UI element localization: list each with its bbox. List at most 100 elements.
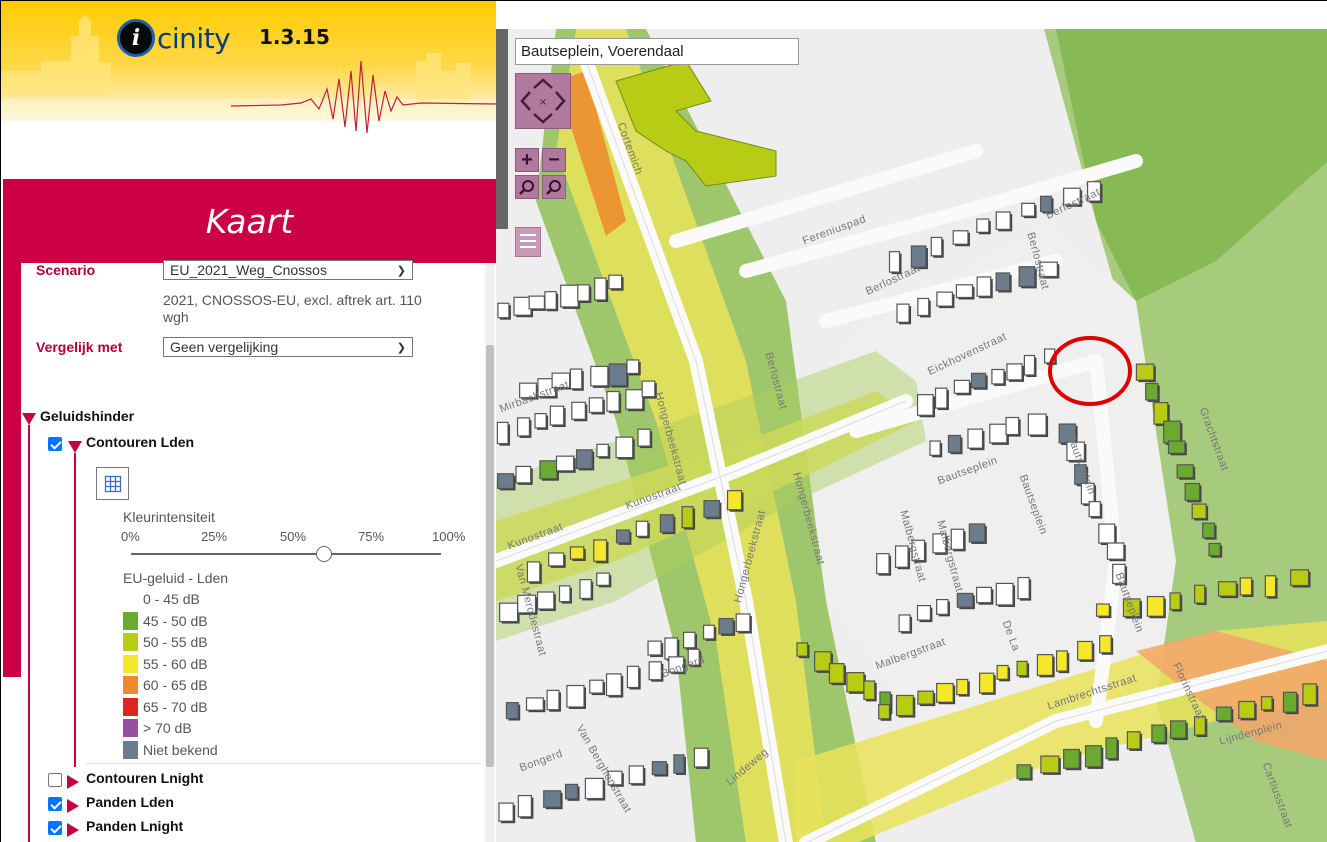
building[interactable] xyxy=(564,783,579,800)
building[interactable] xyxy=(863,680,876,700)
building[interactable] xyxy=(637,428,651,447)
building[interactable] xyxy=(659,514,675,533)
building[interactable] xyxy=(934,387,948,409)
building[interactable] xyxy=(1169,592,1181,611)
scenario-select[interactable]: EU_2021_Weg_Cnossos ❯ xyxy=(163,260,413,280)
building[interactable] xyxy=(1005,416,1020,436)
building[interactable] xyxy=(1217,581,1237,597)
building[interactable] xyxy=(615,436,634,459)
building[interactable] xyxy=(647,640,662,656)
building[interactable] xyxy=(558,585,571,603)
building[interactable] xyxy=(996,664,1009,680)
building[interactable] xyxy=(590,365,609,387)
building[interactable] xyxy=(626,359,640,375)
building[interactable] xyxy=(917,297,930,317)
building[interactable] xyxy=(989,423,1008,444)
building[interactable] xyxy=(1302,683,1317,706)
building[interactable] xyxy=(1239,577,1253,596)
expand-triangle-icon[interactable] xyxy=(68,441,82,453)
building[interactable] xyxy=(525,697,544,711)
building[interactable] xyxy=(936,598,949,615)
building[interactable] xyxy=(1264,575,1277,598)
building[interactable] xyxy=(929,440,941,456)
building[interactable] xyxy=(693,747,709,768)
building[interactable] xyxy=(1036,654,1054,676)
building[interactable] xyxy=(1105,737,1118,760)
building[interactable] xyxy=(947,434,962,453)
building[interactable] xyxy=(569,368,583,390)
building[interactable] xyxy=(576,449,593,470)
building[interactable] xyxy=(968,523,986,543)
building[interactable] xyxy=(593,539,608,562)
building[interactable] xyxy=(718,618,734,635)
building[interactable] xyxy=(1202,522,1216,539)
building[interactable] xyxy=(1095,603,1110,617)
panden-lden-checkbox[interactable] xyxy=(48,797,62,811)
building[interactable] xyxy=(916,604,931,621)
building[interactable] xyxy=(1016,764,1032,780)
building[interactable] xyxy=(544,291,557,310)
building[interactable] xyxy=(1017,576,1030,600)
contouren-lden-checkbox[interactable] xyxy=(48,437,62,451)
building[interactable] xyxy=(846,671,865,693)
building[interactable] xyxy=(702,624,715,640)
building[interactable] xyxy=(936,291,954,307)
building[interactable] xyxy=(991,368,1005,385)
zoom-in-button[interactable]: + xyxy=(515,148,539,172)
building[interactable] xyxy=(546,689,560,711)
building[interactable] xyxy=(953,379,971,394)
building[interactable] xyxy=(995,272,1011,292)
building[interactable] xyxy=(814,651,832,672)
building[interactable] xyxy=(1040,755,1060,774)
building[interactable] xyxy=(976,586,992,604)
layer-panden-lnight[interactable]: Panden Lnight xyxy=(86,818,183,834)
layer-panden-lden[interactable]: Panden Lden xyxy=(86,794,174,810)
layer-switcher-button[interactable] xyxy=(515,227,541,257)
building[interactable] xyxy=(588,397,604,414)
building[interactable] xyxy=(1215,706,1232,722)
building[interactable] xyxy=(955,284,974,299)
building[interactable] xyxy=(916,394,934,416)
building[interactable] xyxy=(995,582,1014,606)
building[interactable] xyxy=(898,614,911,633)
building[interactable] xyxy=(967,428,984,449)
building[interactable] xyxy=(497,302,510,319)
compare-select[interactable]: Geen vergelijking ❯ xyxy=(163,337,413,357)
layer-contouren-lnight[interactable]: Contouren Lnight xyxy=(86,770,203,786)
building[interactable] xyxy=(608,274,623,290)
building[interactable] xyxy=(995,211,1011,230)
building[interactable] xyxy=(625,389,644,410)
grid-style-button[interactable] xyxy=(96,467,129,500)
building[interactable] xyxy=(1077,640,1093,661)
building[interactable] xyxy=(513,296,532,316)
building[interactable] xyxy=(505,702,519,720)
building[interactable] xyxy=(539,460,558,480)
building[interactable] xyxy=(1146,595,1165,617)
building[interactable] xyxy=(1055,650,1068,672)
contouren-lnight-checkbox[interactable] xyxy=(48,773,62,787)
building[interactable] xyxy=(1018,266,1036,287)
intensity-slider-track[interactable] xyxy=(131,553,441,555)
layer-contouren-lden[interactable]: Contouren Lden xyxy=(86,434,194,450)
building[interactable] xyxy=(579,579,592,600)
building[interactable] xyxy=(555,455,575,472)
building[interactable] xyxy=(577,284,590,302)
building[interactable] xyxy=(796,642,809,657)
building[interactable] xyxy=(1169,720,1187,739)
expand-triangle-icon[interactable] xyxy=(22,413,36,425)
building[interactable] xyxy=(615,529,631,544)
building[interactable] xyxy=(1176,464,1194,479)
building[interactable] xyxy=(516,417,531,437)
building[interactable] xyxy=(956,678,969,696)
building[interactable] xyxy=(536,591,555,610)
location-search-input[interactable] xyxy=(515,38,799,65)
building[interactable] xyxy=(648,661,662,681)
building[interactable] xyxy=(626,665,640,689)
zoom-out-button[interactable]: − xyxy=(542,148,566,172)
building[interactable] xyxy=(664,637,678,660)
building[interactable] xyxy=(956,592,974,608)
building[interactable] xyxy=(528,295,545,310)
building[interactable] xyxy=(894,545,909,568)
building[interactable] xyxy=(1290,569,1310,587)
building[interactable] xyxy=(596,572,610,586)
